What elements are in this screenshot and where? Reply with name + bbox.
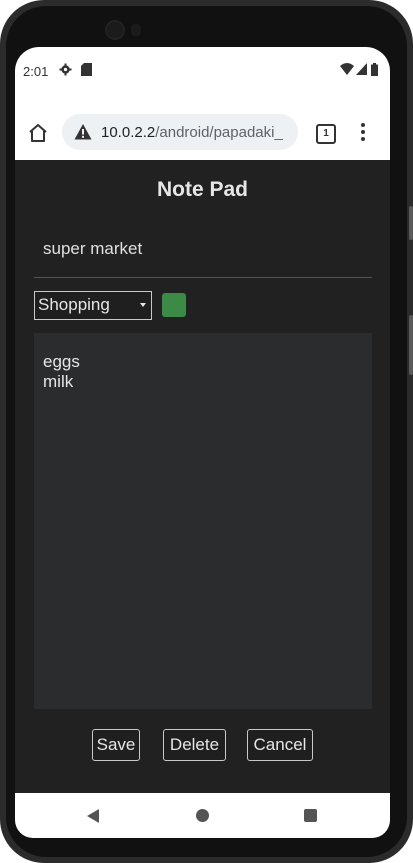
note-title-input[interactable] xyxy=(34,227,372,271)
system-nav-bar xyxy=(15,793,390,838)
recents-icon[interactable] xyxy=(304,809,317,822)
home-circle-icon[interactable] xyxy=(196,809,209,822)
category-selected-value: Shopping xyxy=(38,295,110,314)
wifi-icon xyxy=(340,63,354,75)
page-title: Note Pad xyxy=(156,178,248,201)
note-title-field xyxy=(34,227,372,278)
front-camera xyxy=(107,22,123,38)
browser-toolbar: 10.0.2.2/android/papadaki_ 1 xyxy=(15,93,390,160)
color-picker-swatch[interactable] xyxy=(162,293,186,317)
status-bar: 2:01 xyxy=(15,47,390,93)
dropdown-arrow-icon xyxy=(140,303,146,307)
note-line: milk xyxy=(43,372,74,391)
address-bar[interactable]: 10.0.2.2/android/papadaki_ xyxy=(62,114,298,150)
signal-icon xyxy=(356,63,367,75)
cancel-button[interactable]: Cancel xyxy=(247,729,313,761)
not-secure-warning-icon[interactable] xyxy=(74,123,92,141)
url-text[interactable]: 10.0.2.2/android/papadaki_ xyxy=(101,124,293,141)
phone-frame: 2:01 10.0.2.2/android/papadaki_ 1 Note P… xyxy=(0,0,413,863)
sd-card-icon xyxy=(81,63,92,76)
earpiece-speaker xyxy=(131,24,141,36)
delete-button[interactable]: Delete xyxy=(163,729,226,761)
volume-button xyxy=(409,206,413,240)
battery-icon xyxy=(371,63,378,76)
settings-icon xyxy=(59,63,72,76)
save-button[interactable]: Save xyxy=(92,729,140,761)
tab-switcher-button[interactable]: 1 xyxy=(316,124,336,144)
note-line: eggs xyxy=(43,352,80,371)
url-host: 10.0.2.2 xyxy=(101,124,156,141)
more-vert-icon[interactable] xyxy=(359,121,367,143)
screen: 2:01 10.0.2.2/android/papadaki_ 1 Note P… xyxy=(15,47,390,838)
note-body-textarea[interactable]: eggs milk xyxy=(34,333,372,709)
home-icon[interactable] xyxy=(27,122,49,144)
category-select[interactable]: Shopping xyxy=(34,291,152,320)
url-path: /android/papadaki_ xyxy=(155,124,283,141)
back-icon[interactable] xyxy=(87,809,99,823)
status-time: 2:01 xyxy=(23,64,49,79)
power-button xyxy=(409,315,413,375)
